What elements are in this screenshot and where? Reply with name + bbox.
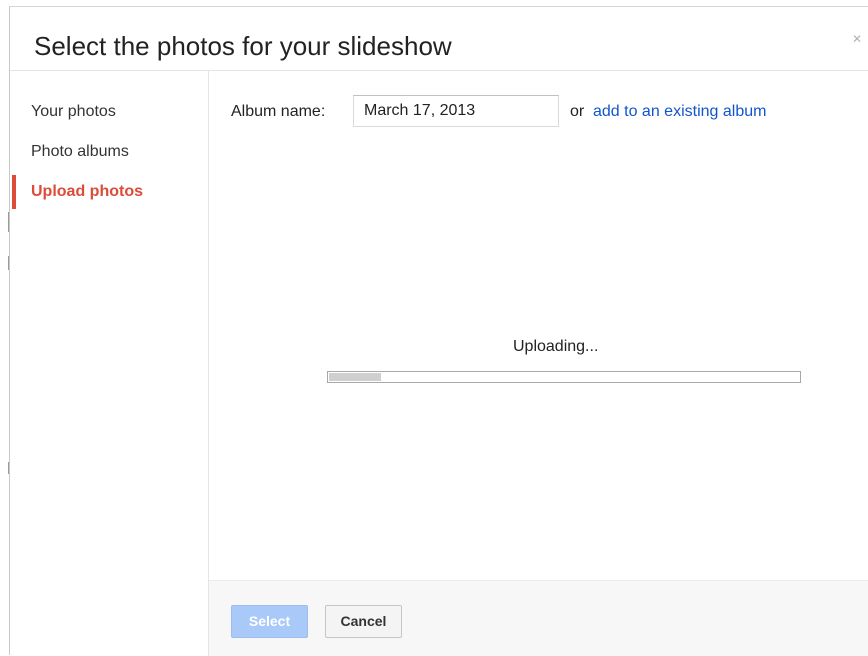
dialog-title: Select the photos for your slideshow <box>34 31 452 61</box>
dialog-footer: Select Cancel <box>209 581 868 656</box>
sidebar-item-photo-albums[interactable]: Photo albums <box>10 134 208 170</box>
album-name-input[interactable] <box>353 95 559 127</box>
album-name-label: Album name: <box>231 103 326 120</box>
select-button[interactable]: Select <box>231 605 308 638</box>
photo-source-sidebar: Your photos Photo albums Upload photos <box>10 71 208 656</box>
sidebar-item-label: Upload photos <box>31 183 143 200</box>
upload-status-text: Uploading... <box>513 338 599 355</box>
upload-progress-fill <box>329 373 381 381</box>
upload-progress-bar <box>327 371 801 383</box>
sidebar-item-label: Your photos <box>31 103 116 120</box>
sidebar-item-upload-photos[interactable]: Upload photos <box>10 174 208 210</box>
sidebar-item-label: Photo albums <box>31 143 129 160</box>
sidebar-divider <box>208 71 209 656</box>
album-name-row: Album name: or add to an existing album <box>231 95 851 129</box>
sidebar-item-your-photos[interactable]: Your photos <box>10 94 208 130</box>
slideshow-photo-dialog: Select the photos for your slideshow ✕ Y… <box>9 6 868 656</box>
close-icon[interactable]: ✕ <box>852 33 862 45</box>
add-to-existing-album-link[interactable]: add to an existing album <box>593 103 766 121</box>
album-or-text: or <box>570 103 585 120</box>
cancel-button[interactable]: Cancel <box>325 605 402 638</box>
